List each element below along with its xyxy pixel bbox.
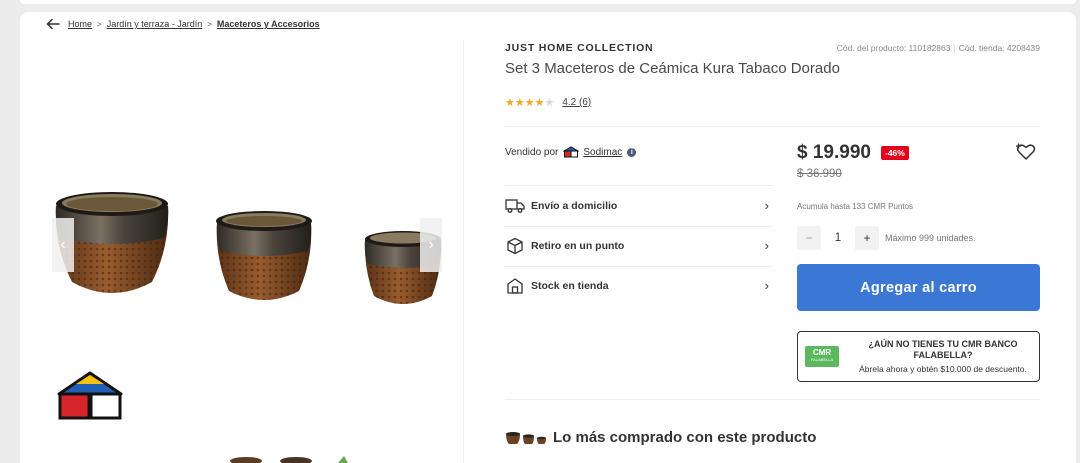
rating-count[interactable]: 4.2 (6) bbox=[562, 97, 591, 108]
cmr-points-text: Acumula hasta 133 CMR Puntos bbox=[797, 202, 914, 211]
chevron-right-icon: › bbox=[764, 238, 769, 253]
delivery-option-label: Envío a domicilio bbox=[531, 200, 618, 212]
original-price: $ 36.990 bbox=[797, 168, 842, 180]
cmr-card-text: CMR bbox=[812, 348, 832, 357]
cmr-promo-title: ¿AÚN NO TIENES TU CMR BANCO FALABELLA? bbox=[868, 339, 1018, 360]
discount-badge: -46% bbox=[881, 146, 909, 160]
product-image-pot-medium[interactable] bbox=[213, 207, 315, 307]
breadcrumb-home[interactable]: Home bbox=[68, 19, 92, 29]
breadcrumb-maceteros[interactable]: Maceteros y Accesorios bbox=[217, 19, 320, 29]
cmr-card-icon: CMR FALABELLA bbox=[805, 346, 839, 367]
info-icon[interactable]: i bbox=[627, 147, 637, 157]
gallery-prev-button[interactable]: ‹ bbox=[52, 218, 74, 272]
store-code: Cód. tienda: 4208439 bbox=[958, 43, 1040, 53]
seller-info: Vendido por Sodimac i bbox=[505, 146, 637, 158]
product-code: Cód. del producto: 110182863 bbox=[836, 43, 951, 53]
current-price: $ 19.990 bbox=[797, 142, 871, 163]
seller-name-link[interactable]: Sodimac bbox=[583, 147, 622, 158]
code-divider: | bbox=[953, 43, 956, 53]
breadcrumb-separator: > bbox=[97, 19, 102, 29]
quantity-value[interactable]: 1 bbox=[821, 232, 855, 244]
quantity-increase-button[interactable]: + bbox=[855, 226, 879, 250]
divider bbox=[505, 126, 1040, 127]
delivery-option-pickup[interactable]: Retiro en un punto › bbox=[505, 226, 773, 266]
bought-together-title: Lo más comprado con este producto bbox=[553, 429, 817, 446]
seller-label: Vendido por bbox=[505, 146, 559, 158]
gallery-next-button[interactable]: › bbox=[420, 218, 442, 272]
truck-icon bbox=[505, 197, 525, 215]
product-codes: Cód. del producto: 110182863 | Cód. tienda… bbox=[837, 43, 1040, 53]
breadcrumb: Home > Jardín y terraza - Jardín > Macet… bbox=[46, 18, 320, 30]
breadcrumb-jardin[interactable]: Jardín y terraza - Jardín bbox=[107, 19, 203, 29]
rating-stars-icon: ★★★★★ bbox=[505, 97, 555, 109]
pots-thumbnail-icon bbox=[506, 431, 546, 444]
top-strip bbox=[20, 0, 1076, 4]
add-to-cart-button[interactable]: Agregar al carro bbox=[797, 264, 1040, 311]
delivery-option-label: Retiro en un punto bbox=[531, 240, 625, 252]
quantity-decrease-button[interactable]: − bbox=[797, 226, 821, 250]
product-title: Set 3 Maceteros de Ceámica Kura Tabaco D… bbox=[505, 60, 840, 77]
chevron-left-icon: ‹ bbox=[60, 236, 66, 253]
thumbnail-strip[interactable] bbox=[226, 455, 356, 463]
product-brand[interactable]: JUST HOME COLLECTION bbox=[505, 42, 653, 54]
bought-together-heading: Lo más comprado con este producto bbox=[505, 429, 816, 446]
delivery-option-store[interactable]: Stock en tienda › bbox=[505, 266, 773, 306]
chevron-right-icon: › bbox=[764, 278, 769, 293]
quantity-max-text: Máximo 999 unidades. bbox=[885, 233, 976, 243]
chevron-right-icon: › bbox=[428, 236, 434, 253]
back-arrow-icon[interactable] bbox=[46, 18, 60, 30]
wishlist-heart-icon[interactable] bbox=[1016, 143, 1036, 161]
product-rating[interactable]: ★★★★★ 4.2 (6) bbox=[505, 96, 591, 109]
cmr-promo-subtitle: Ábrela ahora y obtén $10.000 de descuent… bbox=[859, 364, 1027, 374]
delivery-option-label: Stock en tienda bbox=[531, 280, 609, 292]
cmr-promo-banner[interactable]: CMR FALABELLA ¿AÚN NO TIENES TU CMR BANC… bbox=[797, 331, 1040, 382]
cmr-card-subtext: FALABELLA bbox=[810, 357, 834, 362]
store-icon bbox=[505, 277, 525, 295]
quantity-stepper: − 1 + Máximo 999 unidades. bbox=[797, 226, 976, 250]
sodimac-mini-logo-icon bbox=[563, 146, 580, 158]
divider bbox=[505, 399, 1040, 400]
breadcrumb-separator: > bbox=[207, 19, 212, 29]
gallery-divider bbox=[463, 40, 464, 463]
chevron-right-icon: › bbox=[764, 198, 769, 213]
delivery-option-home[interactable]: Envío a domicilio › bbox=[505, 186, 773, 226]
box-icon bbox=[505, 237, 525, 255]
sodimac-logo-icon bbox=[57, 371, 123, 420]
